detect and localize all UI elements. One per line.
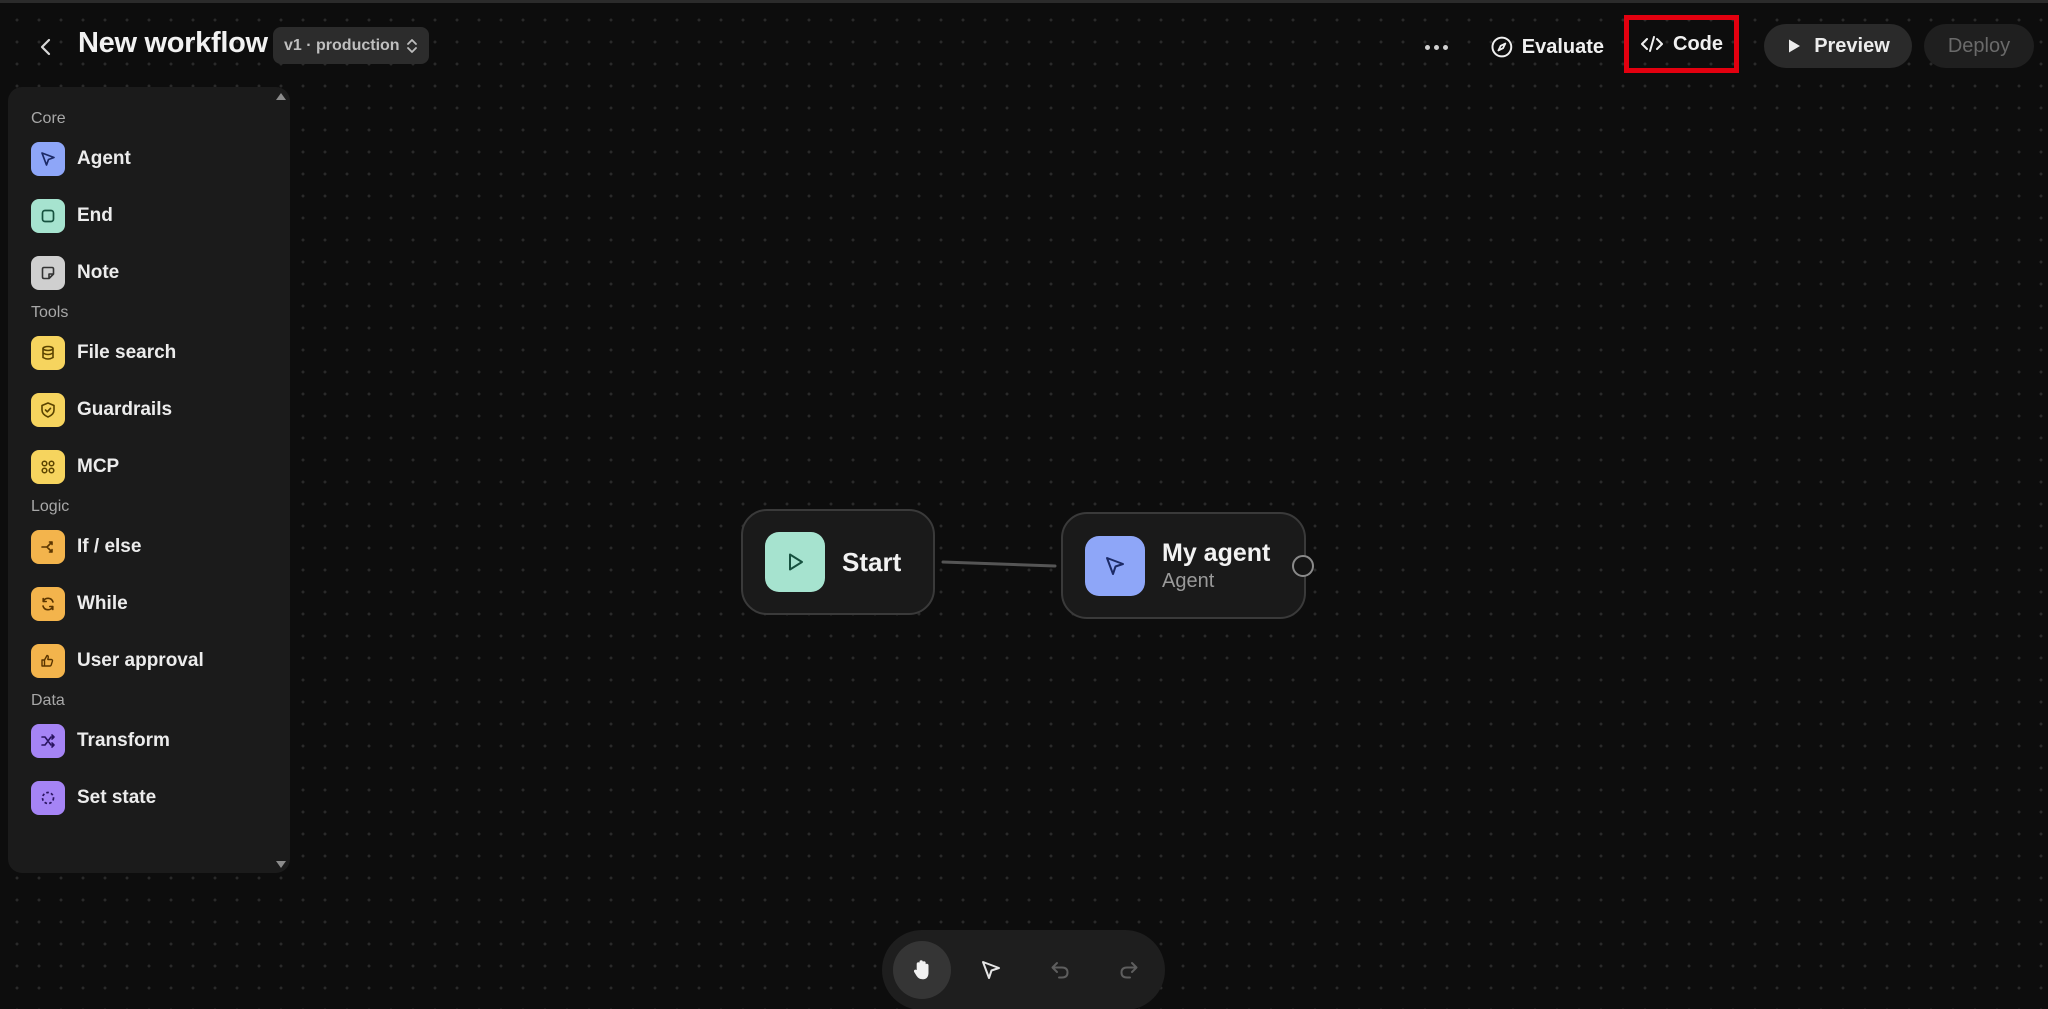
agent-node-text: My agent Agent [1162, 538, 1270, 594]
shuffle-icon [31, 723, 65, 758]
select-tool-button[interactable] [962, 941, 1020, 999]
cursor-arrow-icon [1085, 535, 1145, 596]
hand-icon [913, 960, 929, 980]
page-title[interactable]: New workflow [78, 27, 268, 60]
mcp-icon [31, 449, 65, 484]
palette-item-label: Guardrails [77, 398, 173, 420]
chevron-left-icon [40, 38, 51, 56]
loop-icon [31, 586, 65, 621]
palette-item-label: MCP [77, 455, 120, 477]
evaluate-label: Evaluate [1521, 35, 1604, 58]
code-icon [1641, 36, 1663, 52]
deploy-label: Deploy [1947, 34, 2011, 57]
deploy-button[interactable]: Deploy [1924, 24, 2034, 68]
version-select[interactable]: v1 · production [273, 27, 429, 64]
pan-tool-button[interactable] [893, 941, 951, 999]
palette-item-end[interactable]: End [8, 187, 290, 244]
palette-item-set-state[interactable]: Set state [8, 769, 290, 826]
cursor-arrow-icon [31, 141, 65, 176]
more-horizontal-icon [1424, 44, 1430, 50]
palette-item-note[interactable]: Note [8, 244, 290, 301]
palette-item-label: File search [77, 341, 177, 363]
section-label-data: Data [31, 692, 65, 709]
cursor-arrow-icon [982, 961, 1000, 979]
palette-item-agent[interactable]: Agent [8, 130, 290, 187]
agent-node[interactable]: My agent Agent [1061, 512, 1306, 619]
play-icon [765, 532, 825, 592]
redo-icon [1120, 962, 1138, 979]
evaluate-button[interactable]: Evaluate [1484, 27, 1604, 67]
palette-item-label: While [77, 592, 128, 614]
header: New workflow v1 · production Evaluate Co… [0, 3, 2048, 89]
canvas-toolbar [882, 930, 1165, 1009]
square-icon [31, 198, 65, 233]
palette-item-guardrails[interactable]: Guardrails [8, 381, 290, 438]
preview-button[interactable]: Preview [1764, 24, 1912, 68]
preview-label: Preview [1814, 34, 1890, 57]
scroll-up-arrow[interactable] [275, 91, 287, 101]
node-palette-sidebar: Core Agent End Note Tools File search Gu… [8, 87, 290, 873]
code-button[interactable]: Code [1624, 15, 1739, 73]
section-label-core: Core [31, 110, 66, 127]
palette-item-if-else[interactable]: If / else [8, 518, 290, 575]
compass-icon [1491, 36, 1513, 58]
palette-item-label: End [77, 204, 113, 226]
palette-item-transform[interactable]: Transform [8, 712, 290, 769]
palette-item-file-search[interactable]: File search [8, 324, 290, 381]
palette-item-label: Note [77, 261, 120, 283]
undo-button[interactable] [1031, 941, 1089, 999]
play-icon [1789, 39, 1801, 53]
palette-item-label: Transform [77, 729, 170, 751]
start-node-title: Start [842, 546, 902, 577]
dashed-circle-icon [31, 780, 65, 815]
agent-node-title: My agent [1162, 538, 1271, 567]
redo-button[interactable] [1100, 941, 1158, 999]
palette-item-while[interactable]: While [8, 575, 290, 632]
section-label-tools: Tools [31, 304, 69, 321]
workflow-builder: New workflow v1 · production Evaluate Co… [0, 0, 2048, 1009]
back-button[interactable] [28, 29, 64, 65]
version-label: v1 · production [284, 36, 400, 54]
palette-item-label: User approval [77, 649, 204, 671]
undo-icon [1051, 962, 1069, 979]
code-label: Code [1673, 32, 1723, 55]
palette-item-label: Agent [77, 147, 131, 169]
edge-start-to-agent[interactable] [0, 3, 2048, 1009]
palette-item-label: If / else [77, 535, 142, 557]
agent-output-handle[interactable] [1292, 555, 1314, 577]
palette-item-mcp[interactable]: MCP [8, 438, 290, 495]
palette-item-label: Set state [77, 786, 157, 808]
database-icon [31, 335, 65, 370]
scroll-down-arrow[interactable] [275, 859, 287, 869]
shield-check-icon [31, 392, 65, 427]
palette-item-user-approval[interactable]: User approval [8, 632, 290, 689]
section-label-logic: Logic [31, 498, 70, 515]
start-node[interactable]: Start [741, 509, 935, 615]
chevron-up-down-icon [407, 38, 417, 53]
more-options-button[interactable] [1416, 29, 1456, 65]
sticky-note-icon [31, 255, 65, 290]
branch-icon [31, 529, 65, 564]
thumbs-icon [31, 643, 65, 678]
agent-node-subtitle: Agent [1162, 569, 1215, 592]
